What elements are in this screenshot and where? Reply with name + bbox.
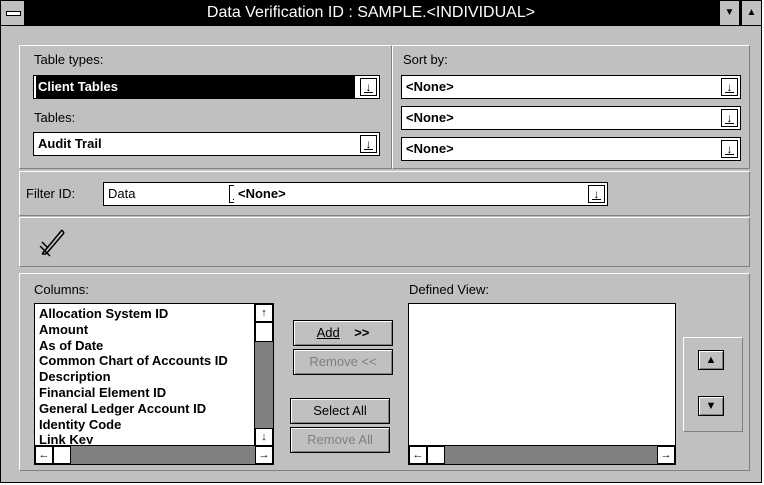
add-button[interactable]: Add >>: [293, 320, 393, 346]
window-title: Data Verification ID : SAMPLE.<INDIVIDUA…: [206, 4, 536, 21]
scroll-right-arrow-icon[interactable]: →: [657, 446, 675, 464]
defined-view-horizontal-scrollbar[interactable]: ← →: [409, 445, 675, 464]
system-menu-icon: [6, 11, 21, 16]
dropdown-arrow-icon[interactable]: ↓: [588, 185, 605, 203]
table-types-label: Table types:: [34, 52, 104, 67]
filter-type-value: Data: [108, 186, 136, 201]
defined-view-listbox[interactable]: ← →: [408, 303, 676, 465]
up-triangle-icon[interactable]: ▲: [698, 350, 724, 370]
down-triangle-icon[interactable]: ▼: [698, 396, 724, 416]
columns-listbox[interactable]: Allocation System ID Amount As of Date Comm…: [34, 303, 274, 465]
sort-by-dropdown-3[interactable]: <None> ↓: [401, 137, 741, 161]
filter-panel: Filter ID: Data ↓ <None> ↓: [19, 171, 750, 216]
defined-view-label: Defined View:: [409, 282, 489, 297]
columns-horizontal-scrollbar[interactable]: ← →: [35, 445, 273, 464]
columns-vertical-scrollbar[interactable]: ↑ ↓: [254, 304, 273, 446]
scroll-left-arrow-icon[interactable]: ←: [35, 446, 53, 464]
sort-by-label: Sort by:: [403, 52, 448, 67]
list-item[interactable]: Identity Code: [39, 417, 253, 433]
columns-label-text: Columns:: [34, 282, 89, 297]
dropdown-arrow-icon[interactable]: ↓: [721, 78, 738, 96]
remove-button[interactable]: Remove <<: [293, 349, 393, 375]
scroll-up-arrow-icon[interactable]: ↑: [255, 304, 273, 322]
filter-id-dropdown[interactable]: <None> ↓: [234, 182, 608, 206]
columns-label: Columns:: [34, 282, 89, 297]
sort-by-panel: Sort by: <None> ↓ <None> ↓ <None> ↓: [392, 45, 750, 169]
dropdown-arrow-icon[interactable]: ↓: [360, 135, 377, 153]
list-item[interactable]: Description: [39, 369, 253, 385]
reorder-panel: ▲ ▼: [683, 337, 743, 432]
select-all-button[interactable]: Select All: [290, 398, 390, 424]
title-bar: Data Verification ID : SAMPLE.<INDIVIDUA…: [1, 1, 761, 26]
list-item[interactable]: As of Date: [39, 338, 253, 354]
maximize-button[interactable]: ▲: [741, 1, 761, 25]
scroll-down-arrow-icon[interactable]: ↓: [255, 428, 273, 446]
data-verification-window: Data Verification ID : SAMPLE.<INDIVIDUA…: [0, 0, 762, 483]
dropdown-arrow-icon[interactable]: ↓: [721, 109, 738, 127]
scroll-left-arrow-icon[interactable]: ←: [409, 446, 427, 464]
filter-id-label: Filter ID:: [26, 186, 76, 201]
list-item[interactable]: Financial Element ID: [39, 385, 253, 401]
tables-value: Audit Trail: [38, 136, 102, 151]
list-item[interactable]: Common Chart of Accounts ID: [39, 353, 253, 369]
scroll-thumb[interactable]: [53, 446, 71, 464]
columns-panel: Columns: Allocation System ID Amount As of…: [19, 273, 750, 471]
tables-label: Tables:: [34, 110, 76, 125]
list-item[interactable]: Link Key: [39, 432, 253, 444]
sort-by-value-1: <None>: [406, 79, 454, 94]
columns-list: Allocation System ID Amount As of Date Comm…: [39, 306, 253, 444]
table-types-value: Client Tables: [36, 76, 355, 98]
sort-by-value-2: <None>: [406, 110, 454, 125]
list-item[interactable]: Amount: [39, 322, 253, 338]
remove-all-button[interactable]: Remove All: [290, 427, 390, 453]
scroll-thumb[interactable]: [427, 446, 445, 464]
system-menu-button[interactable]: [1, 1, 25, 25]
list-item[interactable]: Allocation System ID: [39, 306, 253, 322]
add-arrows: >>: [354, 325, 370, 340]
filter-id-value: <None>: [238, 186, 286, 201]
scroll-right-arrow-icon[interactable]: →: [255, 446, 273, 464]
pencil-edit-icon[interactable]: [36, 224, 70, 258]
table-selection-panel: Table types: Client Tables ↓ Tables: Aud…: [19, 45, 392, 169]
tables-dropdown[interactable]: Audit Trail ↓: [33, 132, 380, 156]
sort-by-value-3: <None>: [406, 141, 454, 156]
sort-by-dropdown-1[interactable]: <None> ↓: [401, 75, 741, 99]
scroll-thumb[interactable]: [255, 322, 273, 342]
table-types-dropdown[interactable]: Client Tables ↓: [33, 75, 380, 99]
minimize-button[interactable]: ▼: [719, 1, 739, 25]
list-item[interactable]: General Ledger Account ID: [39, 401, 253, 417]
add-button-label: Add: [316, 325, 340, 340]
dropdown-arrow-icon[interactable]: ↓: [360, 78, 377, 96]
sort-by-dropdown-2[interactable]: <None> ↓: [401, 106, 741, 130]
filter-type-dropdown[interactable]: Data ↓: [103, 182, 249, 206]
dropdown-arrow-icon[interactable]: ↓: [721, 140, 738, 158]
tool-panel: [19, 217, 750, 267]
